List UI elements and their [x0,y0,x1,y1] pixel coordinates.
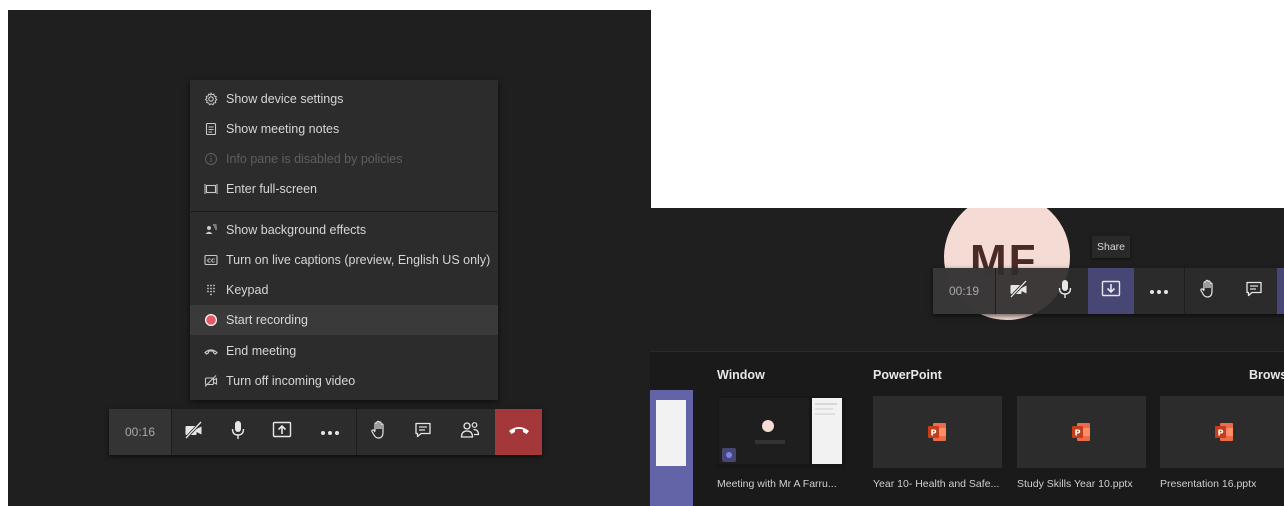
menu-item-background-effects[interactable]: Show background effects [190,215,498,245]
share-tray-icon [272,421,292,444]
menu-item-label: Show background effects [226,223,367,237]
window-tile-caption: Meeting with Mr A Farru... [717,478,837,490]
powerpoint-tile-caption: Year 10- Health and Safe... [873,478,1000,490]
menu-divider [190,211,498,212]
svg-text:P: P [931,429,937,438]
menu-item-label: Keypad [226,283,269,297]
video-off-icon [204,374,218,388]
menu-item-start-recording[interactable]: Start recording [190,305,498,335]
call-timer: 00:19 [933,268,995,314]
notes-icon [204,122,218,136]
meeting-toolbar: 00:19 [933,268,1284,314]
hang-up-icon [508,423,530,441]
menu-item-keypad[interactable]: Keypad [190,275,498,305]
powerpoint-file-icon: P [1071,421,1091,443]
menu-item-full-screen[interactable]: Enter full-screen [190,174,498,204]
menu-item-live-captions[interactable]: CC Turn on live captions (preview, Engli… [190,245,498,275]
menu-item-device-settings[interactable]: Show device settings [190,84,498,114]
share-button[interactable] [1088,268,1134,314]
powerpoint-tile-caption: Study Skills Year 10.pptx [1017,478,1133,490]
record-icon [204,313,218,327]
svg-text:P: P [1075,429,1081,438]
camera-off-icon [1009,279,1029,303]
raise-hand-icon [370,420,388,445]
menu-item-end-meeting[interactable]: End meeting [190,336,498,366]
background-effects-icon [204,223,218,237]
window-thumbnail [717,396,846,468]
captions-icon: CC [204,253,218,267]
menu-item-label: End meeting [226,344,297,358]
microphone-icon [1057,279,1073,304]
raise-hand-button[interactable] [357,409,401,455]
chat-icon [1245,280,1263,303]
menu-item-label: Enter full-screen [226,182,318,196]
menu-item-label: Info pane is disabled by policies [226,152,403,166]
fullscreen-icon [204,182,218,196]
chat-button[interactable] [1231,268,1277,314]
camera-button[interactable] [172,409,216,455]
meeting-window-right: MF Share 00:19 Window PowerPoint Brows M… [650,208,1284,506]
window-section-header: Window [717,368,765,382]
more-actions-menu: Show device settings Show meeting notes … [190,80,498,400]
svg-text:P: P [1218,429,1224,438]
share-tray: Window PowerPoint Brows Meeting with Mr … [650,351,1284,506]
powerpoint-section-header: PowerPoint [873,368,942,382]
participants-icon [460,421,480,444]
meeting-window-left: Show device settings Show meeting notes … [8,10,651,506]
menu-item-info-pane: Info pane is disabled by policies [190,144,498,174]
participants-button[interactable] [445,409,495,455]
menu-item-label: Show meeting notes [226,122,340,136]
share-icon [1101,280,1121,303]
window-tile[interactable] [717,396,846,468]
microphone-icon [230,420,246,445]
meeting-toolbar: 00:16 [109,409,542,455]
call-timer: 00:16 [109,409,171,455]
microphone-button[interactable] [216,409,260,455]
browse-section-header: Brows [1249,368,1284,382]
powerpoint-tile[interactable]: P [873,396,1002,468]
camera-off-icon [184,420,204,444]
more-options-icon [1149,282,1169,300]
powerpoint-tile-caption: Presentation 16.pptx [1160,478,1257,490]
desktop-share-tile[interactable] [650,390,693,506]
raise-hand-icon [1199,279,1217,304]
camera-button[interactable] [996,268,1042,314]
svg-text:CC: CC [207,259,215,265]
menu-item-incoming-video[interactable]: Turn off incoming video [190,366,498,396]
desktop-thumbnail [656,400,686,466]
microphone-button[interactable] [1042,268,1088,314]
more-options-button[interactable] [1134,268,1184,314]
powerpoint-tile[interactable]: P [1160,396,1284,468]
share-tooltip: Share [1092,236,1130,258]
menu-item-label: Turn off incoming video [226,374,356,388]
info-icon [204,152,218,166]
menu-item-meeting-notes[interactable]: Show meeting notes [190,114,498,144]
powerpoint-file-icon: P [1214,421,1234,443]
gear-icon [204,92,218,106]
end-meeting-icon [204,344,218,358]
menu-item-label: Show device settings [226,92,344,106]
chat-button[interactable] [401,409,445,455]
keypad-icon [204,283,218,297]
raise-hand-button[interactable] [1185,268,1231,314]
menu-item-label: Start recording [226,313,308,327]
chat-icon [414,421,432,444]
share-button[interactable] [260,409,304,455]
hang-up-button[interactable] [495,409,542,455]
more-options-button[interactable] [304,409,356,455]
powerpoint-file-icon: P [927,421,947,443]
menu-item-label: Turn on live captions (preview, English … [226,253,491,267]
powerpoint-tile[interactable]: P [1017,396,1146,468]
toolbar-overflow-edge [1277,268,1284,314]
more-options-icon [320,423,340,441]
